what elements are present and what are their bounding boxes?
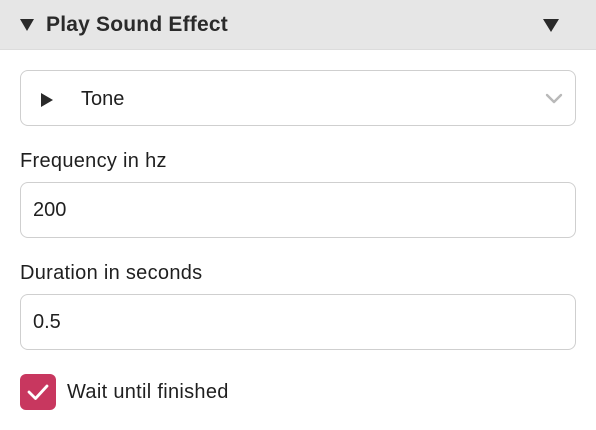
frequency-input[interactable] <box>20 182 576 238</box>
menu-triangle-icon[interactable] <box>543 19 559 32</box>
duration-label: Duration in seconds <box>20 262 203 284</box>
frequency-label: Frequency in hz <box>20 150 167 172</box>
wait-until-finished-label[interactable]: Wait until finished <box>67 380 229 404</box>
wait-until-finished-checkbox[interactable] <box>20 374 56 410</box>
chevron-down-icon <box>545 93 563 104</box>
duration-input[interactable] <box>20 294 576 350</box>
checkmark-icon <box>27 384 49 400</box>
panel-header[interactable]: Play Sound Effect <box>0 0 596 50</box>
play-icon[interactable] <box>41 93 53 107</box>
play-sound-effect-panel: Play Sound Effect Tone Frequency in hz D… <box>0 0 596 430</box>
collapse-triangle-icon[interactable] <box>20 19 34 31</box>
sound-type-value: Tone <box>81 88 125 110</box>
panel-title: Play Sound Effect <box>46 13 228 36</box>
sound-type-select[interactable]: Tone <box>20 70 576 126</box>
